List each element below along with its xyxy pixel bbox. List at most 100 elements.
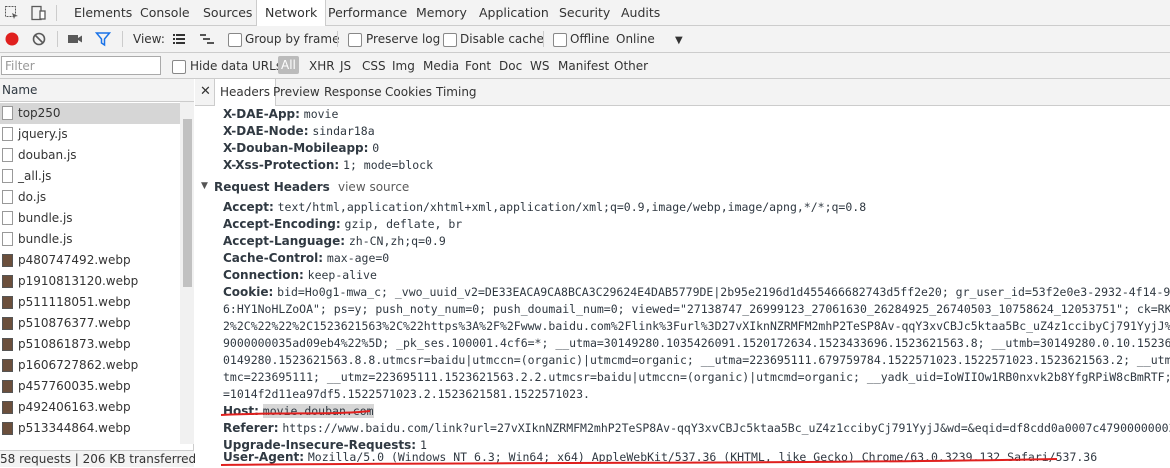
document-icon bbox=[2, 106, 13, 120]
type-filter-css[interactable]: CSS bbox=[362, 59, 386, 74]
request-row[interactable]: p1606727862.webp bbox=[0, 355, 180, 376]
request-row[interactable]: jquery.js bbox=[0, 124, 180, 145]
tab-performance[interactable]: Performance bbox=[328, 0, 407, 26]
request-row[interactable]: _all.js bbox=[0, 166, 180, 187]
network-toolbar: View: Group by frame Preserve log Disabl… bbox=[0, 26, 1170, 53]
offline-checkbox[interactable] bbox=[553, 33, 567, 47]
image-thumbnail-icon bbox=[2, 422, 13, 435]
request-name: _all.js bbox=[18, 169, 52, 183]
tab-memory[interactable]: Memory bbox=[416, 0, 467, 26]
type-filter-all[interactable]: All bbox=[278, 56, 299, 74]
filter-bar: Hide data URLs All XHR JS CSS Img Media … bbox=[0, 53, 1170, 79]
request-name: p1606727862.webp bbox=[18, 358, 139, 372]
tab-security[interactable]: Security bbox=[559, 0, 610, 26]
request-row[interactable]: p510861873.webp bbox=[0, 334, 180, 355]
request-name: p510861873.webp bbox=[18, 337, 131, 351]
request-row[interactable]: do.js bbox=[0, 187, 180, 208]
request-row[interactable]: top250 bbox=[0, 103, 180, 124]
request-list: Name top250 jquery.js douban.js _all.js do.j… bbox=[0, 79, 215, 467]
document-icon bbox=[2, 190, 13, 204]
image-thumbnail-icon bbox=[2, 275, 13, 288]
request-name: p457760035.webp bbox=[18, 379, 131, 393]
request-name: do.js bbox=[18, 190, 47, 204]
request-name: p510876377.webp bbox=[18, 316, 131, 330]
request-row[interactable]: p1910813120.webp bbox=[0, 271, 180, 292]
request-name: p1910813120.webp bbox=[18, 274, 139, 288]
disable-cache-label: Disable cache bbox=[460, 32, 544, 46]
request-name: p492406163.webp bbox=[18, 400, 131, 414]
request-name: douban.js bbox=[18, 148, 77, 162]
type-filter-other[interactable]: Other bbox=[614, 59, 648, 74]
document-icon bbox=[2, 232, 13, 246]
request-name: bundle.js bbox=[18, 211, 73, 225]
type-filter-font[interactable]: Font bbox=[465, 59, 491, 74]
tab-elements[interactable]: Elements bbox=[74, 0, 132, 26]
annotation-underlines bbox=[220, 410, 1058, 466]
host-underline bbox=[220, 410, 371, 416]
status-bar: 58 requests | 206 KB transferred | F bbox=[0, 450, 215, 467]
capture-screenshots-icon[interactable] bbox=[67, 31, 83, 47]
request-row[interactable]: p513344864.webp bbox=[0, 418, 180, 439]
type-filter-js[interactable]: JS bbox=[340, 59, 351, 74]
image-thumbnail-icon bbox=[2, 338, 13, 351]
request-row[interactable]: p511118051.webp bbox=[0, 292, 180, 313]
large-rows-icon[interactable] bbox=[171, 31, 187, 47]
waterfall-overview-icon[interactable] bbox=[199, 31, 215, 47]
clear-icon[interactable] bbox=[31, 31, 47, 47]
type-filter-ws[interactable]: WS bbox=[530, 59, 549, 74]
request-row[interactable]: bundle.js bbox=[0, 208, 180, 229]
hide-data-urls-checkbox[interactable] bbox=[172, 60, 186, 74]
image-thumbnail-icon bbox=[2, 296, 13, 309]
request-name: top250 bbox=[18, 106, 61, 120]
request-row[interactable]: p457760035.webp bbox=[0, 376, 180, 397]
view-label: View: bbox=[133, 32, 165, 46]
document-icon bbox=[2, 148, 13, 162]
request-row[interactable]: bundle.js bbox=[0, 229, 180, 250]
tab-network[interactable]: Network bbox=[256, 0, 327, 27]
request-row[interactable]: p492406163.webp bbox=[0, 397, 180, 418]
scrollbar-thumb[interactable] bbox=[183, 119, 192, 287]
tab-console[interactable]: Console bbox=[140, 0, 190, 26]
type-filter-xhr[interactable]: XHR bbox=[309, 59, 335, 74]
image-thumbnail-icon bbox=[2, 317, 13, 330]
image-thumbnail-icon bbox=[2, 254, 13, 267]
request-name: p511118051.webp bbox=[18, 295, 131, 309]
chevron-down-icon[interactable]: ▼ bbox=[675, 33, 683, 48]
request-row[interactable]: douban.js bbox=[0, 145, 180, 166]
tab-audits[interactable]: Audits bbox=[621, 0, 660, 26]
type-filter-img[interactable]: Img bbox=[392, 59, 415, 74]
document-icon bbox=[2, 211, 13, 225]
request-name: bundle.js bbox=[18, 232, 73, 246]
request-row[interactable]: p480747492.webp bbox=[0, 250, 180, 271]
device-toolbar-icon[interactable] bbox=[30, 5, 46, 21]
group-by-frame-checkbox[interactable] bbox=[228, 33, 242, 47]
filter-input[interactable] bbox=[1, 56, 161, 75]
request-name: jquery.js bbox=[18, 127, 68, 141]
offline-label: Offline bbox=[570, 32, 610, 46]
inspect-element-icon[interactable] bbox=[4, 5, 20, 21]
filter-icon[interactable] bbox=[94, 31, 112, 47]
group-by-frame-label: Group by frame bbox=[245, 32, 340, 46]
type-filter-doc[interactable]: Doc bbox=[499, 59, 522, 74]
request-name: p513344864.webp bbox=[18, 421, 131, 435]
image-thumbnail-icon bbox=[2, 380, 13, 393]
request-name: p480747492.webp bbox=[18, 253, 131, 267]
disable-cache-checkbox[interactable] bbox=[443, 33, 457, 47]
image-thumbnail-icon bbox=[2, 359, 13, 372]
throttling-select[interactable]: Online bbox=[616, 32, 655, 47]
devtools-tab-bar: Elements Console Sources Network Perform… bbox=[0, 0, 1170, 27]
name-column-header[interactable]: Name bbox=[0, 79, 194, 102]
type-filter-manifest[interactable]: Manifest bbox=[558, 59, 609, 74]
document-icon bbox=[2, 169, 13, 183]
record-icon[interactable] bbox=[4, 31, 20, 47]
document-icon bbox=[2, 127, 13, 141]
tab-application[interactable]: Application bbox=[479, 0, 549, 26]
hide-data-urls-label: Hide data URLs bbox=[190, 59, 283, 73]
tab-sources[interactable]: Sources bbox=[203, 0, 252, 26]
image-thumbnail-icon bbox=[2, 401, 13, 414]
preserve-log-checkbox[interactable] bbox=[348, 33, 362, 47]
type-filter-media[interactable]: Media bbox=[423, 59, 459, 74]
request-row[interactable]: p510876377.webp bbox=[0, 313, 180, 334]
preserve-log-label: Preserve log bbox=[366, 32, 441, 46]
user-agent-underline bbox=[220, 458, 1058, 466]
